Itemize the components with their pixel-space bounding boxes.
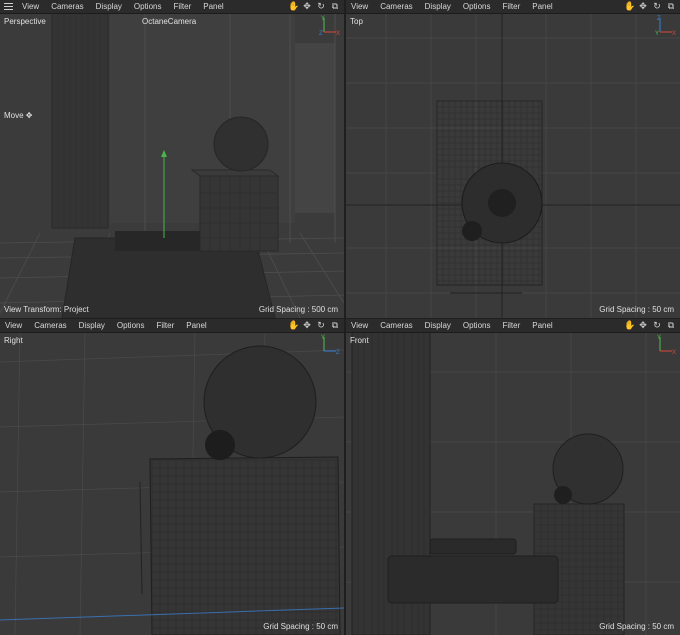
menu-filter[interactable]: Filter [150,319,180,332]
hamburger-menu-icon[interactable] [4,0,16,13]
hand-icon[interactable]: ✋ [624,319,635,332]
axis-gizmo: Y X [657,335,676,355]
grid-spacing-label: Grid Spacing : 50 cm [599,305,674,314]
viewport-top[interactable]: View Cameras Display Options Filter Pane… [346,0,680,318]
viewport-right[interactable]: View Cameras Display Options Filter Pane… [0,319,344,635]
hand-icon[interactable]: ✋ [288,0,299,13]
menu-cameras[interactable]: Cameras [374,0,418,13]
menu-cameras[interactable]: Cameras [45,0,89,13]
grid-spacing-label: Grid Spacing : 50 cm [599,622,674,631]
axis-z-label: Z [319,31,323,36]
menu-view[interactable]: View [346,319,374,332]
rotate-icon[interactable]: ↻ [652,0,662,13]
maximize-icon[interactable]: ⧉ [330,319,340,332]
viewport-menubar: View Cameras Display Options Filter Pane… [0,0,344,14]
move-icon[interactable]: ✥ [302,0,312,13]
menu-panel[interactable]: Panel [526,0,558,13]
hand-icon[interactable]: ✋ [624,0,635,13]
active-tool-label: Move ✥ [4,111,33,120]
axis-z-label: Z [657,16,661,22]
axis-x-label: X [336,31,340,36]
viewport-front[interactable]: View Cameras Display Options Filter Pane… [346,319,680,635]
viewport-name: Front [350,336,369,345]
grid-spacing-label: Grid Spacing : 50 cm [263,622,338,631]
menu-cameras[interactable]: Cameras [374,319,418,332]
viewport-perspective[interactable]: View Cameras Display Options Filter Pane… [0,0,344,318]
menu-options[interactable]: Options [128,0,168,13]
move-icon[interactable]: ✥ [302,319,312,332]
maximize-icon[interactable]: ⧉ [330,0,340,13]
viewport-menubar: View Cameras Display Options Filter Pane… [346,319,680,333]
viewport-menubar: View Cameras Display Options Filter Pane… [346,0,680,14]
rotate-icon[interactable]: ↻ [652,319,662,332]
axis-gizmo: Z X Y [655,16,676,36]
move-icon[interactable]: ✥ [638,319,648,332]
menu-display[interactable]: Display [419,319,457,332]
axis-z-label: Z [336,350,340,355]
menu-panel[interactable]: Panel [180,319,212,332]
axis-y-label: Y [655,31,659,36]
grid-spacing-label: Grid Spacing : 500 cm [258,305,338,314]
axis-y-label: Y [321,16,325,22]
move-icon[interactable]: ✥ [638,0,648,13]
viewport-name: Right [4,336,23,345]
viewport-name: Perspective [4,17,46,26]
maximize-icon[interactable]: ⧉ [666,319,676,332]
maximize-icon[interactable]: ⧉ [666,0,676,13]
hand-icon[interactable]: ✋ [288,319,299,332]
axis-gizmo: Y X Z [319,16,340,36]
menu-filter[interactable]: Filter [167,0,197,13]
top-scene[interactable] [346,13,680,318]
menu-panel[interactable]: Panel [197,0,229,13]
axis-y-label: Y [657,335,661,341]
menu-cameras[interactable]: Cameras [28,319,72,332]
menu-view[interactable]: View [346,0,374,13]
axis-y-label: Y [321,335,325,341]
menu-view[interactable]: View [0,319,28,332]
viewport-menubar: View Cameras Display Options Filter Pane… [0,319,344,333]
menu-filter[interactable]: Filter [496,0,526,13]
move-tool-icon: ✥ [25,111,33,120]
menu-display[interactable]: Display [73,319,111,332]
front-scene[interactable] [346,332,680,635]
axis-x-label: X [672,31,676,36]
menu-options[interactable]: Options [457,319,497,332]
axis-gizmo: Y Z [321,335,340,355]
menu-options[interactable]: Options [457,0,497,13]
menu-display[interactable]: Display [90,0,128,13]
menu-options[interactable]: Options [111,319,151,332]
menu-view[interactable]: View [16,0,45,13]
camera-label[interactable]: OctaneCamera [142,17,196,26]
menu-filter[interactable]: Filter [496,319,526,332]
right-scene[interactable] [0,332,344,635]
viewport-name: Top [350,17,363,26]
axis-x-label: X [672,350,676,355]
rotate-icon[interactable]: ↻ [316,319,326,332]
rotate-icon[interactable]: ↻ [316,0,326,13]
menu-panel[interactable]: Panel [526,319,558,332]
view-transform-label: View Transform: Project [4,305,89,314]
menu-display[interactable]: Display [419,0,457,13]
perspective-scene[interactable] [0,13,344,318]
